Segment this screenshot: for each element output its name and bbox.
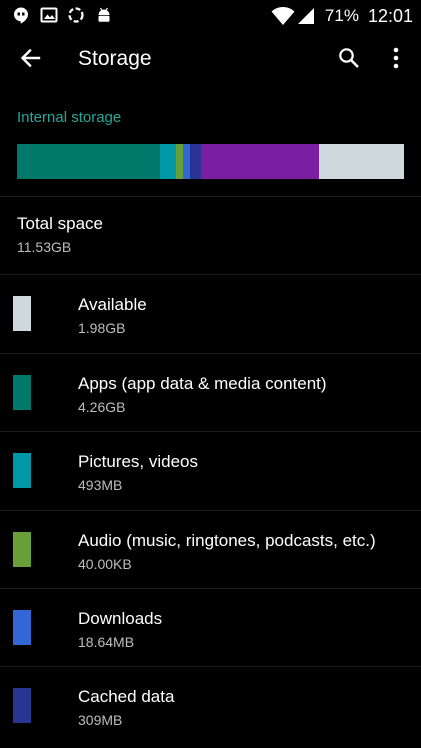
storage-usage-bar [17,144,404,179]
arrow-back-icon [19,47,41,74]
item-title: Cached data [78,687,175,706]
more-vert-icon [393,47,399,74]
gallery-icon [40,6,58,24]
item-size: 1.98GB [78,320,126,336]
signal-icon [297,7,315,25]
total-space: Total space 11.53GB [17,214,103,255]
divider [0,196,421,197]
storage-item-available[interactable]: Available 1.98GB [0,275,421,353]
search-icon [338,47,360,74]
android-icon [95,6,113,24]
back-button[interactable] [10,40,50,80]
usage-segment-cached [190,144,201,179]
battery-percent: 71% [324,6,359,25]
storage-item-pictures-videos[interactable]: Pictures, videos 493MB [0,432,421,510]
total-space-label: Total space [17,214,103,233]
usage-segment-audio [176,144,184,179]
item-size: 493MB [78,477,123,493]
apps-color-swatch [13,375,31,410]
item-size: 4.26GB [78,399,126,415]
storage-item-downloads[interactable]: Downloads 18.64MB [0,589,421,667]
item-title: Audio (music, ringtones, podcasts, etc.) [78,531,376,550]
usage-segment-misc [200,144,319,179]
usage-segment-downloads [183,144,191,179]
toolbar: Storage [0,32,421,88]
item-size: 40.00KB [78,556,132,572]
oneplus-icon [67,6,85,24]
usage-segment-available [318,144,404,179]
storage-item-audio[interactable]: Audio (music, ringtones, podcasts, etc.)… [0,511,421,589]
item-size: 18.64MB [78,634,135,650]
total-space-value: 11.53GB [17,239,72,255]
internal-storage-header: Internal storage [17,109,122,126]
available-color-swatch [13,296,31,331]
audio-color-swatch [13,532,31,567]
usage-segment-pictures [160,144,177,179]
item-title: Pictures, videos [78,452,198,471]
storage-item-cached-data[interactable]: Cached data 309MB [0,667,421,745]
cached-color-swatch [13,688,31,723]
item-title: Available [78,295,147,314]
storage-item-apps[interactable]: Apps (app data & media content) 4.26GB [0,354,421,432]
page-title: Storage [78,47,152,70]
downloads-color-swatch [13,610,31,645]
usage-segment-apps [17,144,161,179]
item-title: Apps (app data & media content) [78,374,327,393]
pictures-color-swatch [13,453,31,488]
clock: 12:01 [367,5,413,26]
item-size: 309MB [78,712,123,728]
wifi-icon [271,6,295,26]
search-button[interactable] [329,40,369,80]
status-bar: 71% 12:01 [0,0,421,32]
more-options-button[interactable] [376,40,416,80]
hangouts-icon [12,6,30,24]
item-title: Downloads [78,609,163,628]
